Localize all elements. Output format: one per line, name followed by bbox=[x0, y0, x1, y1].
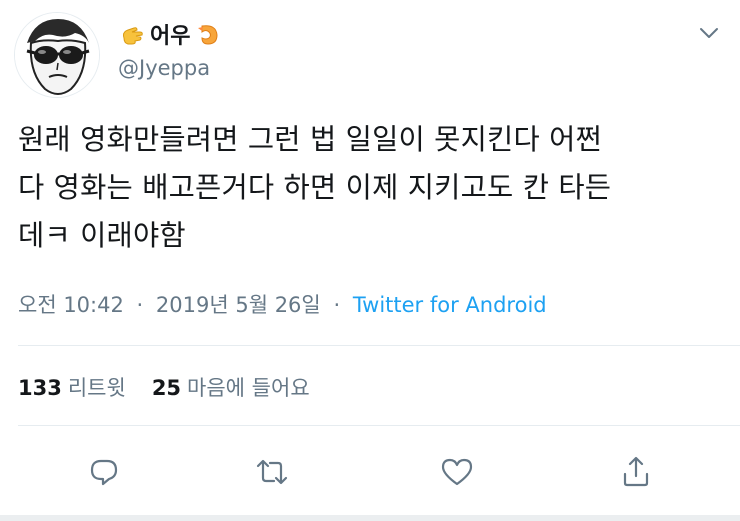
tweet-time[interactable]: 오전 10:42 bbox=[18, 293, 124, 317]
tweet-line: 데ㅋ 이래야함 bbox=[18, 219, 186, 252]
avatar-illustration-icon bbox=[15, 13, 99, 97]
tweet-meta: 오전 10:42 · 2019년 5월 26일 · Twitter for An… bbox=[18, 289, 547, 319]
like-stat[interactable]: 25 마음에 들어요 bbox=[152, 372, 310, 402]
chevron-down-icon[interactable] bbox=[696, 20, 722, 46]
like-count: 25 bbox=[151, 376, 182, 400]
divider bbox=[18, 345, 740, 346]
like-label: 마음에 들어요 bbox=[187, 376, 310, 400]
retweet-icon bbox=[256, 459, 288, 485]
tweet-date[interactable]: 2019년 5월 26일 bbox=[156, 293, 321, 317]
tweet-line: 다 영화는 배고픈거다 하면 이제 지키고도 칸 타든 bbox=[18, 171, 612, 204]
meta-separator: · bbox=[136, 293, 144, 317]
divider bbox=[18, 425, 740, 426]
tweet-card: 어우 @Jyeppa 원래 영화만들려면 그런 법 일일이 못지킨다 어쩐 다 … bbox=[0, 0, 740, 521]
meta-separator: · bbox=[333, 293, 341, 317]
retweet-label: 리트윗 bbox=[67, 376, 126, 400]
user-handle[interactable]: @Jyeppa bbox=[118, 56, 210, 80]
tweet-stats: 133 리트윗 25 마음에 들어요 bbox=[18, 372, 310, 402]
display-name[interactable]: 어우 bbox=[118, 14, 222, 54]
reply-button[interactable] bbox=[84, 450, 124, 494]
tweet-text: 원래 영화만들려면 그런 법 일일이 못지킨다 어쩐 다 영화는 배고픈거다 하… bbox=[18, 116, 724, 260]
avatar[interactable] bbox=[14, 12, 100, 98]
bottom-divider bbox=[0, 515, 740, 521]
retweet-stat[interactable]: 133 리트윗 bbox=[18, 372, 126, 402]
hand-emoji-icon bbox=[118, 20, 146, 48]
tweet-source-link[interactable]: Twitter for Android bbox=[353, 293, 547, 317]
tweet-line: 원래 영화만들려면 그런 법 일일이 못지킨다 어쩐 bbox=[18, 123, 602, 156]
like-icon bbox=[441, 458, 473, 486]
share-icon bbox=[623, 456, 649, 487]
share-button[interactable] bbox=[616, 450, 656, 494]
retweet-button[interactable] bbox=[252, 450, 292, 494]
shrimp-emoji-icon bbox=[194, 20, 222, 48]
display-name-text: 어우 bbox=[150, 24, 191, 49]
retweet-count: 133 bbox=[18, 376, 62, 400]
tweet-actions bbox=[0, 450, 740, 494]
like-button[interactable] bbox=[437, 450, 477, 494]
reply-icon bbox=[90, 459, 118, 486]
